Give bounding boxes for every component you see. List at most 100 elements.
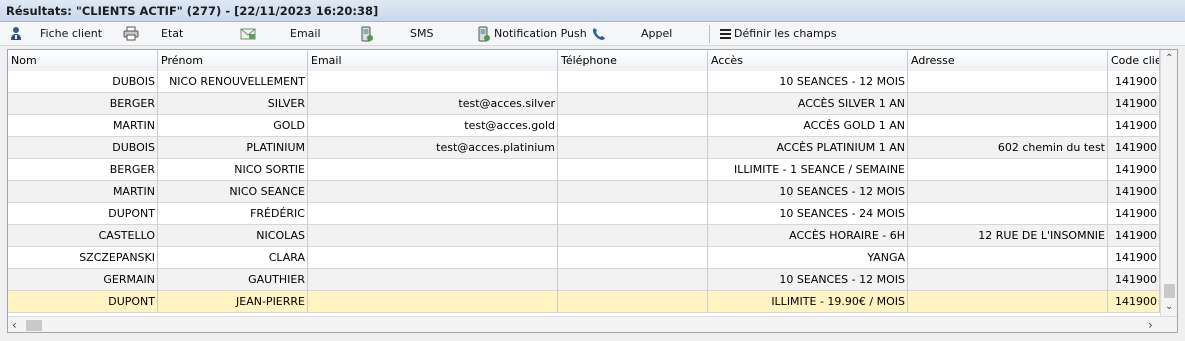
- cell-email: [308, 291, 558, 312]
- cell-prenom: JEAN-PIERRE: [158, 291, 308, 312]
- cell-adresse: 602 chemin du test: [908, 137, 1108, 158]
- cell-adresse: [908, 159, 1108, 180]
- scroll-left-icon[interactable]: ‹: [12, 318, 17, 332]
- cell-adresse: [908, 93, 1108, 114]
- cell-prenom: NICO SEANCE: [158, 181, 308, 202]
- cell-code: 141900: [1108, 291, 1160, 312]
- column-header-email[interactable]: Email: [308, 50, 558, 71]
- cell-adresse: [908, 71, 1108, 92]
- table-row[interactable]: DUPONT JEAN-PIERRE ILLIMITE - 19.90€ / MOI…: [8, 291, 1160, 313]
- window-title: Résultats: "CLIENTS ACTIF" (277) - [22/1…: [6, 4, 379, 18]
- notification-push-button[interactable]: Notification Push: [476, 22, 587, 45]
- cell-email: [308, 269, 558, 290]
- cell-nom: SZCZEPANSKI: [8, 247, 158, 268]
- cell-prenom: CLARA: [158, 247, 308, 268]
- scroll-up-icon[interactable]: ⌃: [1165, 53, 1173, 64]
- cell-prenom: NICOLAS: [158, 225, 308, 246]
- cell-prenom: FRÉDÉRIC: [158, 203, 308, 224]
- email-button[interactable]: Email: [240, 22, 321, 45]
- cell-adresse: [908, 115, 1108, 136]
- horizontal-scroll-thumb[interactable]: [26, 320, 42, 331]
- results-table: Nom Prénom Email Téléphone Accès Adresse…: [7, 49, 1178, 333]
- column-header-acces[interactable]: Accès: [708, 50, 908, 71]
- appel-button[interactable]: Appel: [591, 22, 672, 45]
- cell-nom: BERGER: [8, 159, 158, 180]
- cell-code: 141900: [1108, 247, 1160, 268]
- vertical-scrollbar[interactable]: ⌃ ⌄: [1160, 50, 1177, 316]
- phone-notification-icon: [476, 26, 492, 42]
- cell-telephone: [558, 159, 708, 180]
- definir-champs-button[interactable]: Définir les champs: [719, 22, 836, 45]
- cell-email: [308, 159, 558, 180]
- cell-acces: YANGA: [708, 247, 908, 268]
- person-icon: [8, 26, 24, 42]
- scroll-right-icon[interactable]: ›: [1148, 318, 1153, 332]
- cell-nom: MARTIN: [8, 181, 158, 202]
- cell-adresse: [908, 181, 1108, 202]
- cell-prenom: PLATINIUM: [158, 137, 308, 158]
- cell-acces: ILLIMITE - 1 SEANCE / SEMAINE: [708, 159, 908, 180]
- cell-code: 141900: [1108, 225, 1160, 246]
- cell-acces: ILLIMITE - 19.90€ / MOIS: [708, 291, 908, 312]
- cell-code: 141900: [1108, 137, 1160, 158]
- table-row[interactable]: SZCZEPANSKI CLARA YANGA 141900: [8, 247, 1160, 269]
- table-row[interactable]: BERGER NICO SORTIE ILLIMITE - 1 SEANCE / S…: [8, 159, 1160, 181]
- cell-acces: 10 SEANCES - 12 MOIS: [708, 181, 908, 202]
- cell-code: 141900: [1108, 93, 1160, 114]
- definir-champs-label: Définir les champs: [734, 27, 837, 40]
- cell-nom: DUPONT: [8, 203, 158, 224]
- cell-adresse: [908, 203, 1108, 224]
- cell-adresse: [908, 247, 1108, 268]
- cell-nom: DUPONT: [8, 291, 158, 312]
- cell-prenom: GOLD: [158, 115, 308, 136]
- vertical-scroll-thumb[interactable]: [1164, 284, 1175, 298]
- email-label: Email: [290, 27, 321, 40]
- cell-prenom: NICO SORTIE: [158, 159, 308, 180]
- table-row[interactable]: CASTELLO NICOLAS ACCÈS HORAIRE - 6H 12 RUE …: [8, 225, 1160, 247]
- cell-telephone: [558, 225, 708, 246]
- table-row[interactable]: DUBOIS NICO RENOUVELLEMENT 10 SEANCES - 12…: [8, 71, 1160, 93]
- phone-icon: [591, 26, 607, 42]
- fiche-client-button[interactable]: Fiche client: [8, 22, 102, 45]
- cell-telephone: [558, 137, 708, 158]
- cell-nom: GERMAIN: [8, 269, 158, 290]
- column-header-prenom[interactable]: Prénom: [158, 50, 308, 71]
- table-row[interactable]: MARTIN NICO SEANCE 10 SEANCES - 12 MOIS 141…: [8, 181, 1160, 203]
- cell-telephone: [558, 181, 708, 202]
- column-header-adresse[interactable]: Adresse: [908, 50, 1108, 71]
- results-titlebar: Résultats: "CLIENTS ACTIF" (277) - [22/1…: [0, 0, 1185, 22]
- cell-nom: CASTELLO: [8, 225, 158, 246]
- cell-adresse: 12 RUE DE L'INSOMNIE: [908, 225, 1108, 246]
- cell-telephone: [558, 291, 708, 312]
- cell-acces: ACCÈS GOLD 1 AN: [708, 115, 908, 136]
- fiche-client-label: Fiche client: [40, 27, 103, 40]
- cell-nom: DUBOIS: [8, 137, 158, 158]
- scroll-down-icon[interactable]: ⌄: [1165, 301, 1173, 312]
- sms-button[interactable]: SMS: [359, 22, 433, 45]
- etat-button[interactable]: Etat: [123, 22, 183, 45]
- cell-email: test@acces.gold: [308, 115, 558, 136]
- phone-sms-icon: [359, 26, 375, 42]
- cell-email: [308, 247, 558, 268]
- table-row[interactable]: BERGER SILVER test@acces.silver ACCÈS SILVE…: [8, 93, 1160, 115]
- cell-email: [308, 71, 558, 92]
- table-row[interactable]: DUPONT FRÉDÉRIC 10 SEANCES - 24 MOIS 141900: [8, 203, 1160, 225]
- column-header-telephone[interactable]: Téléphone: [558, 50, 708, 71]
- column-header-nom[interactable]: Nom: [8, 50, 158, 71]
- cell-nom: DUBOIS: [8, 71, 158, 92]
- cell-code: 141900: [1108, 115, 1160, 136]
- sms-label: SMS: [410, 27, 434, 40]
- table-row[interactable]: MARTIN GOLD test@acces.gold ACCÈS GOLD 1 AN…: [8, 115, 1160, 137]
- column-header-code-client[interactable]: Code client: [1108, 50, 1160, 71]
- cell-code: 141900: [1108, 71, 1160, 92]
- cell-prenom: NICO RENOUVELLEMENT: [158, 71, 308, 92]
- notification-push-label: Notification Push: [494, 27, 587, 40]
- horizontal-scrollbar[interactable]: ‹ ›: [8, 316, 1177, 332]
- table-row[interactable]: DUBOIS PLATINIUM test@acces.platinium ACCÈS…: [8, 137, 1160, 159]
- cell-telephone: [558, 203, 708, 224]
- table-row[interactable]: GERMAIN GAUTHIER 10 SEANCES - 12 MOIS 14190…: [8, 269, 1160, 291]
- appel-label: Appel: [641, 27, 673, 40]
- cell-acces: 10 SEANCES - 12 MOIS: [708, 269, 908, 290]
- email-icon: [240, 26, 256, 42]
- cell-email: test@acces.platinium: [308, 137, 558, 158]
